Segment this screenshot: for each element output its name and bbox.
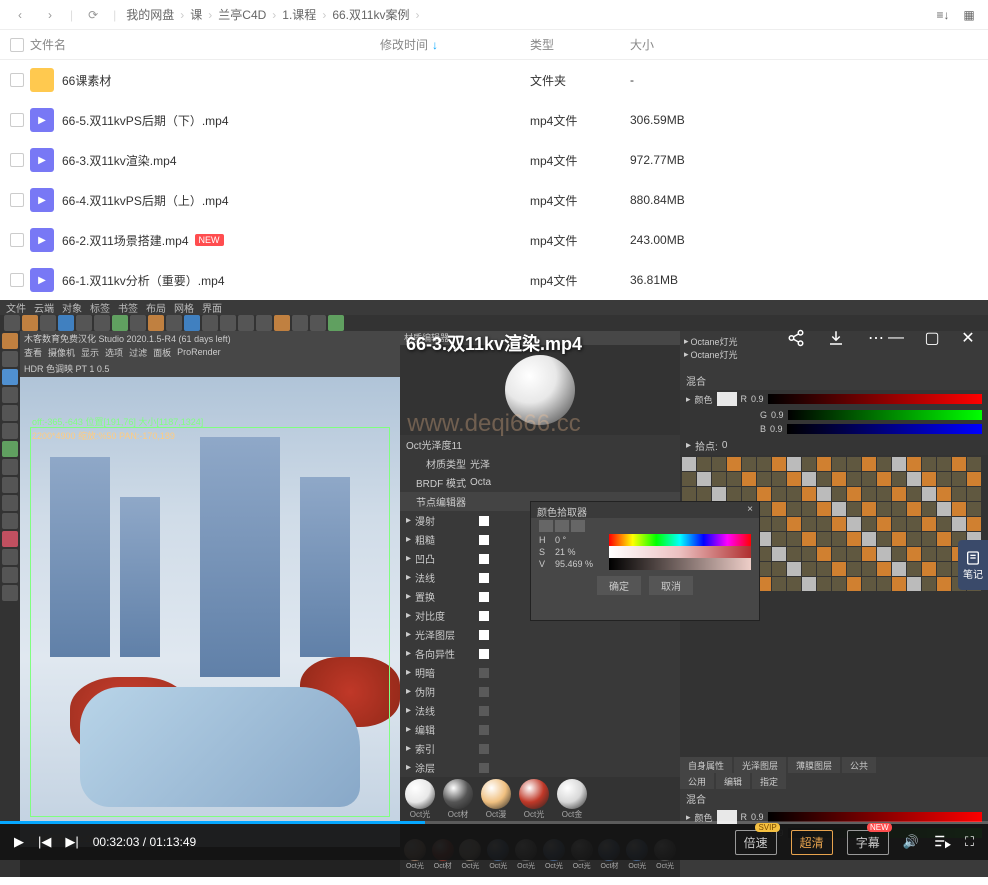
col-name[interactable]: 文件名 — [30, 36, 380, 53]
cancel-button[interactable]: 取消 — [649, 576, 693, 595]
file-size: 36.81MB — [630, 273, 780, 287]
grid-view-icon[interactable]: ▦ — [960, 6, 978, 24]
fullscreen-icon[interactable]: ⛶ — [965, 834, 974, 850]
download-icon[interactable] — [824, 326, 848, 350]
file-type: mp4文件 — [530, 152, 630, 169]
forward-button[interactable]: › — [40, 5, 60, 25]
video-icon: ▶ — [30, 228, 54, 252]
video-icon: ▶ — [30, 148, 54, 172]
file-name: 66课素材 — [62, 72, 111, 89]
left-toolbar — [0, 331, 20, 877]
bc-item[interactable]: 66.双11kv案例 — [332, 6, 409, 23]
time-display: 00:32:03 / 01:13:49 — [93, 835, 196, 849]
video-icon: ▶ — [30, 268, 54, 292]
folder-icon — [30, 68, 54, 92]
file-type: 文件夹 — [530, 72, 630, 89]
video-player: 文件云端对象标签书签布局网格界面 木客数育免费汉化 Studio 2020.1.… — [0, 300, 988, 860]
file-row[interactable]: 66课素材 文件夹 - — [0, 60, 988, 100]
col-size[interactable]: 大小 — [630, 36, 780, 53]
file-size: 243.00MB — [630, 233, 780, 247]
viewport: 木客数育免费汉化 Studio 2020.1.5-R4 (61 days lef… — [20, 331, 400, 877]
row-checkbox[interactable] — [10, 73, 24, 87]
prev-button[interactable]: |◀ — [38, 834, 51, 850]
file-size: 972.77MB — [630, 153, 780, 167]
share-icon[interactable] — [784, 326, 808, 350]
file-row[interactable]: ▶ 66-2.双11场景搭建.mp4NEW mp4文件 243.00MB — [0, 220, 988, 260]
file-name: 66-5.双11kvPS后期（下）.mp4 — [62, 112, 229, 129]
c4d-screenshot: 文件云端对象标签书签布局网格界面 木客数育免费汉化 Studio 2020.1.… — [0, 300, 988, 860]
minimize-icon[interactable]: — — [884, 326, 908, 350]
refresh-button[interactable]: ⟳ — [83, 5, 103, 25]
row-checkbox[interactable] — [10, 273, 24, 287]
bc-item[interactable]: 我的网盘 — [126, 6, 174, 23]
bc-item[interactable]: 兰亭C4D — [218, 6, 266, 23]
bc-item[interactable]: 课 — [190, 6, 202, 23]
maximize-icon[interactable]: ▢ — [920, 326, 944, 350]
color-picker-dialog: 颜色拾取器× H0 ° S21 % V95.469 % 确定 取消 — [530, 501, 760, 621]
file-name: 66-1.双11kv分析（重要）.mp4 — [62, 272, 225, 289]
sort-arrow-icon: ↓ — [432, 38, 438, 52]
file-size: 880.84MB — [630, 193, 780, 207]
file-name: 66-3.双11kv渲染.mp4 — [62, 152, 177, 169]
watermark: www.deqi666.cc — [407, 410, 580, 438]
player-controls: ▶ |◀ ▶| 00:32:03 / 01:13:49 倍速SVIP 超清 字幕… — [0, 824, 988, 860]
close-icon[interactable]: × — [747, 504, 753, 516]
sort-icon[interactable]: ≡↓ — [934, 6, 952, 24]
file-type: mp4文件 — [530, 272, 630, 289]
file-type: mp4文件 — [530, 192, 630, 209]
next-button[interactable]: ▶| — [65, 834, 78, 850]
col-type[interactable]: 类型 — [530, 36, 630, 53]
row-checkbox[interactable] — [10, 193, 24, 207]
subtitle-button[interactable]: 字幕NEW — [847, 830, 889, 855]
playlist-icon[interactable] — [933, 832, 951, 853]
c4d-menu: 文件云端对象标签书签布局网格界面 — [0, 300, 988, 315]
table-header: 文件名 修改时间↓ 类型 大小 — [0, 30, 988, 60]
ok-button[interactable]: 确定 — [597, 576, 641, 595]
close-icon[interactable]: ✕ — [956, 326, 980, 350]
file-size: 306.59MB — [630, 113, 780, 127]
file-row[interactable]: ▶ 66-4.双11kvPS后期（上）.mp4 mp4文件 880.84MB — [0, 180, 988, 220]
bc-item[interactable]: 1.课程 — [282, 6, 316, 23]
row-checkbox[interactable] — [10, 153, 24, 167]
file-row[interactable]: ▶ 66-3.双11kv渲染.mp4 mp4文件 972.77MB — [0, 140, 988, 180]
file-size: - — [630, 73, 780, 87]
file-type: mp4文件 — [530, 112, 630, 129]
file-row[interactable]: ▶ 66-5.双11kvPS后期（下）.mp4 mp4文件 306.59MB — [0, 100, 988, 140]
file-name: 66-2.双11场景搭建.mp4 — [62, 232, 189, 249]
video-icon: ▶ — [30, 188, 54, 212]
speed-button[interactable]: 倍速SVIP — [735, 830, 777, 855]
play-button[interactable]: ▶ — [14, 834, 24, 850]
toolbar: ‹ › | ⟳ | 我的网盘› 课› 兰亭C4D› 1.课程› 66.双11kv… — [0, 0, 988, 30]
vp-info: off:-365,-643 位置[191,76] 大小[1187,1324] — [32, 415, 203, 428]
file-name: 66-4.双11kvPS后期（上）.mp4 — [62, 192, 229, 209]
breadcrumb: 我的网盘› 课› 兰亭C4D› 1.课程› 66.双11kv案例› — [126, 6, 419, 23]
select-all-checkbox[interactable] — [10, 38, 24, 52]
video-title: 66-3.双11kv渲染.mp4 — [406, 330, 582, 356]
video-icon: ▶ — [30, 108, 54, 132]
back-button[interactable]: ‹ — [10, 5, 30, 25]
col-date[interactable]: 修改时间↓ — [380, 36, 530, 53]
volume-icon[interactable]: 🔊 — [903, 834, 919, 850]
file-row[interactable]: ▶ 66-1.双11kv分析（重要）.mp4 mp4文件 36.81MB — [0, 260, 988, 300]
row-checkbox[interactable] — [10, 233, 24, 247]
row-checkbox[interactable] — [10, 113, 24, 127]
quality-button[interactable]: 超清 — [791, 830, 833, 855]
file-type: mp4文件 — [530, 232, 630, 249]
notes-button[interactable]: 笔记 — [958, 540, 988, 590]
